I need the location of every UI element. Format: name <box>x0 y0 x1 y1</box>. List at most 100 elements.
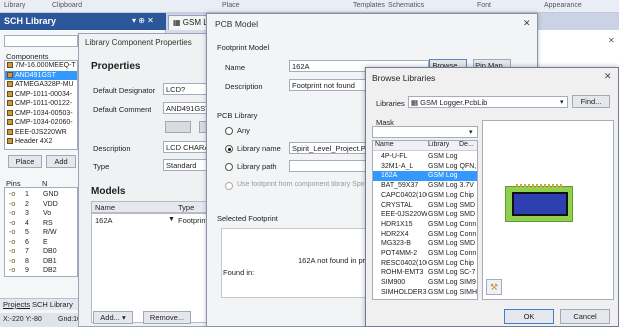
footprint-library: GSM Log SMD <box>428 240 476 248</box>
footprint-name: SIMHOLDER3 <box>381 288 427 296</box>
libraries-label: Libraries <box>376 99 405 108</box>
footprint-name: MG323-B <box>381 240 411 248</box>
chevron-down-icon[interactable]: ▼ <box>168 216 175 223</box>
ribbon-group-templates[interactable]: Templates <box>353 2 385 9</box>
ribbon-group-clipboard[interactable]: Clipboard <box>52 2 82 9</box>
footprint-library: GSM Log 3.7V <box>428 182 474 190</box>
tab-sch-library[interactable]: SCH Library <box>32 300 73 309</box>
table-row[interactable]: EEE-0JS220WRGSM Log SMD <box>373 210 477 220</box>
table-row[interactable]: MG323-B GSM Log SMD <box>373 239 477 249</box>
pin-icon: -o <box>9 210 16 217</box>
mask-field[interactable]: ▾ <box>372 126 478 138</box>
col-description[interactable]: De... <box>459 141 474 148</box>
table-row[interactable]: ROHM-EMT3 GSM Log SC-7 <box>373 268 477 278</box>
pin-icon[interactable]: ▾ ⊕ ✕ <box>132 16 154 25</box>
footprint-name: CAPC0402(1005 <box>381 191 427 199</box>
hammer-icon[interactable]: ⚒ <box>486 279 502 295</box>
document-tab[interactable]: ▦ GSM Lo <box>168 15 212 30</box>
table-row[interactable]: -o 1 GND <box>5 190 77 199</box>
footprint-library: GSM Log QFN, <box>428 162 477 170</box>
table-row[interactable]: -o 9 DB2 <box>5 266 77 275</box>
model-type[interactable]: Footprint <box>178 216 208 225</box>
libraries-select[interactable]: ▦ GSM Logger.PcbLib ▾ <box>408 96 568 108</box>
radio-library-name[interactable] <box>225 145 233 153</box>
list-item[interactable]: Header 4X2 <box>5 137 77 146</box>
component-icon <box>7 138 13 145</box>
components-list[interactable]: 7M-16.000MEEQ-T AND491GST ATMEGA328P-MU CMP… <box>4 60 78 150</box>
table-row[interactable]: RESC0402(1005GSM Log Chip <box>373 259 477 269</box>
ribbon-group-font[interactable]: Font <box>477 2 491 9</box>
close-icon[interactable]: ✕ <box>604 71 612 82</box>
component-icon <box>7 71 13 78</box>
col-name[interactable]: Name <box>375 141 394 148</box>
list-item[interactable]: EEE-0JS220WR <box>5 128 77 137</box>
table-row[interactable]: POT4MM-2 GSM Log Conn <box>373 249 477 259</box>
library-path-field[interactable] <box>289 160 369 172</box>
list-item[interactable]: ATMEGA328P-MU <box>5 80 77 89</box>
table-row[interactable]: 32M1-A_L GSM Log QFN, <box>373 162 477 172</box>
libraries-value: GSM Logger.PcbLib <box>420 98 488 107</box>
table-row[interactable]: -o 7 DB0 <box>5 247 77 256</box>
remove-model-button[interactable]: Remove... <box>143 311 191 324</box>
add-component-button[interactable]: Add <box>46 155 76 168</box>
footprint-list[interactable]: Name Library De... 4P-U-FL GSM Log 32M1-A_… <box>372 140 478 300</box>
list-item[interactable]: CMP-1034-02060- <box>5 118 77 127</box>
ribbon-group-place[interactable]: Place <box>222 2 240 9</box>
table-row[interactable]: -o 3 Vo <box>5 209 77 218</box>
search-input[interactable] <box>4 35 78 47</box>
col-library[interactable]: Library <box>428 141 449 148</box>
pin-number: 2 <box>25 200 29 208</box>
ribbon-group-schematics[interactable]: Schematics <box>388 2 424 9</box>
table-row[interactable]: HDR2X4 GSM Log Conn <box>373 230 477 240</box>
table-row[interactable]: 4P-U-FL GSM Log <box>373 152 477 162</box>
ok-button[interactable]: OK <box>504 309 554 324</box>
table-row[interactable]: SIMHOLDER3 GSM Log SIMH <box>373 288 477 298</box>
model-name[interactable]: 162A <box>95 216 113 225</box>
pin-name: RS <box>43 219 53 227</box>
description-field[interactable]: Footprint not found <box>289 79 369 91</box>
radio-use-footprint[interactable] <box>225 182 233 190</box>
pin-name: E <box>43 238 48 246</box>
radio-library-path[interactable] <box>225 163 233 171</box>
tab-projects[interactable]: Projects <box>3 300 30 309</box>
radio-any[interactable] <box>225 127 233 135</box>
pin-number: 1 <box>25 191 29 198</box>
ribbon-group-library[interactable]: Library <box>4 2 25 9</box>
pins-list[interactable]: -o 1 GND -o 2 VDD -o 3 Vo -o 4 RS -o 5 R/W -o 6 E -o 7 DB0 -o… <box>4 187 78 277</box>
close-icon[interactable]: ✕ <box>608 36 615 45</box>
list-item[interactable]: CMP-1011-00122- <box>5 99 77 108</box>
footprint-library: GSM Log SIM9 <box>428 279 476 287</box>
table-row[interactable]: 162A GSM Log <box>373 171 477 181</box>
cancel-button[interactable]: Cancel <box>560 309 610 324</box>
footprint-name: ROHM-EMT3 <box>381 269 424 277</box>
table-row[interactable]: -o 5 R/W <box>5 228 77 237</box>
close-icon[interactable]: ✕ <box>523 18 531 29</box>
library-name-field[interactable]: Spirit_Level_Project.PcbLib <box>289 142 369 154</box>
list-item[interactable]: CMP-1034-00503- <box>5 109 77 118</box>
table-row[interactable]: HDR1X15 GSM Log Conn <box>373 220 477 230</box>
pin-icon: -o <box>9 267 16 274</box>
table-row[interactable]: -o 6 E <box>5 238 77 247</box>
table-row[interactable]: -o 4 RS <box>5 219 77 228</box>
list-item[interactable]: CMP-1011-00034- <box>5 90 77 99</box>
ribbon-group-appearance[interactable]: Appearance <box>544 2 582 9</box>
component-icon <box>7 81 13 88</box>
footprint-library: GSM Log Chip <box>428 259 474 267</box>
table-row[interactable]: -o 8 DB1 <box>5 257 77 266</box>
table-row[interactable]: CAPC0402(1005GSM Log Chip <box>373 191 477 201</box>
list-item[interactable]: 7M-16.000MEEQ-T <box>5 61 77 70</box>
table-row[interactable]: -o 2 VDD <box>5 200 77 209</box>
footprint-library: GSM Log Conn <box>428 220 477 228</box>
find-button[interactable]: Find... <box>572 95 610 108</box>
nav-button[interactable] <box>165 121 191 133</box>
add-model-button[interactable]: Add... ▾ <box>93 311 133 324</box>
component-name: CMP-1034-00503- <box>15 109 73 117</box>
radio-library-path-label: Library path <box>237 162 277 171</box>
list-item[interactable]: AND491GST <box>5 70 77 80</box>
footprint-library: GSM Log Chip <box>428 191 474 199</box>
place-button[interactable]: Place <box>8 155 42 168</box>
table-row[interactable]: SIM900 GSM Log SIM9 <box>373 278 477 288</box>
table-row[interactable]: BAT_59X37 GSM Log 3.7V <box>373 181 477 191</box>
table-row[interactable]: CRYSTAL GSM Log SMD <box>373 201 477 211</box>
description-label: Description <box>225 82 263 91</box>
